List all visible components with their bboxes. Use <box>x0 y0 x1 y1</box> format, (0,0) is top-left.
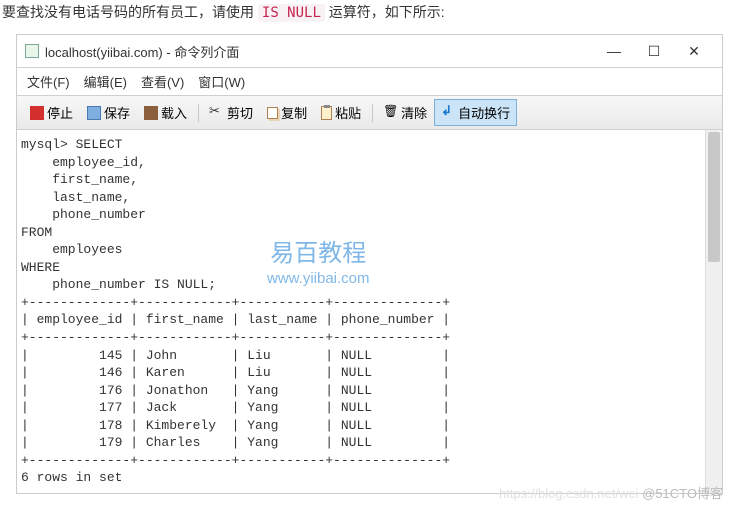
window-controls: — ☐ ✕ <box>594 41 714 61</box>
stop-label: 停止 <box>47 103 73 122</box>
maximize-button[interactable]: ☐ <box>634 41 674 61</box>
terminal-area: mysql> SELECT employee_id, first_name, l… <box>17 130 722 493</box>
paste-button[interactable]: 粘贴 <box>314 99 368 126</box>
intro-pre: 要查找没有电话号码的所有员工，请使用 <box>2 4 258 20</box>
toolbar-separator <box>198 104 199 122</box>
wrap-icon <box>441 106 455 120</box>
scrollbar[interactable] <box>705 130 722 493</box>
footer-faint: https://blog.csdn.net/wei <box>499 486 642 501</box>
intro-post: 运算符，如下所示: <box>325 4 445 20</box>
intro-code: IS NULL <box>258 4 325 22</box>
cut-icon <box>210 106 224 120</box>
copy-icon <box>267 107 278 119</box>
toolbar-separator <box>372 104 373 122</box>
menu-file[interactable]: 文件(F) <box>27 72 70 91</box>
copy-label: 复制 <box>281 103 307 122</box>
save-button[interactable]: 保存 <box>80 99 137 126</box>
close-button[interactable]: ✕ <box>674 41 714 61</box>
paste-icon <box>321 106 332 120</box>
minimize-button[interactable]: — <box>594 41 634 61</box>
copy-button[interactable]: 复制 <box>260 99 314 126</box>
paste-label: 粘贴 <box>335 103 361 122</box>
load-button[interactable]: 载入 <box>137 99 194 126</box>
save-icon <box>87 106 101 120</box>
menu-view[interactable]: 查看(V) <box>141 72 184 91</box>
footer-watermark: https://blog.csdn.net/wei @51CTO博客 <box>499 483 723 502</box>
cut-button[interactable]: 剪切 <box>203 99 260 126</box>
terminal-window: localhost(yiibai.com) - 命令列介面 — ☐ ✕ 文件(F… <box>16 34 723 494</box>
menu-edit[interactable]: 编辑(E) <box>84 72 127 91</box>
clear-label: 清除 <box>401 103 427 122</box>
menu-window[interactable]: 窗口(W) <box>198 72 245 91</box>
terminal-output[interactable]: mysql> SELECT employee_id, first_name, l… <box>17 130 705 493</box>
clear-icon <box>384 106 398 120</box>
stop-icon <box>30 106 44 120</box>
toolbar: 停止 保存 载入 剪切 复制 粘贴 清除 自动换行 <box>17 95 722 130</box>
stop-button[interactable]: 停止 <box>23 99 80 126</box>
load-icon <box>144 106 158 120</box>
load-label: 载入 <box>161 103 187 122</box>
window-title: localhost(yiibai.com) - 命令列介面 <box>45 42 594 61</box>
menubar: 文件(F) 编辑(E) 查看(V) 窗口(W) <box>17 68 722 95</box>
titlebar: localhost(yiibai.com) - 命令列介面 — ☐ ✕ <box>17 35 722 68</box>
wrap-button[interactable]: 自动换行 <box>434 99 517 126</box>
cut-label: 剪切 <box>227 103 253 122</box>
intro-text: 要查找没有电话号码的所有员工，请使用 IS NULL 运算符，如下所示: <box>0 0 739 34</box>
scrollbar-thumb[interactable] <box>708 132 720 262</box>
save-label: 保存 <box>104 103 130 122</box>
clear-button[interactable]: 清除 <box>377 99 434 126</box>
wrap-label: 自动换行 <box>458 103 510 122</box>
app-icon <box>25 44 39 58</box>
footer-brand: @51CTO博客 <box>642 486 723 501</box>
